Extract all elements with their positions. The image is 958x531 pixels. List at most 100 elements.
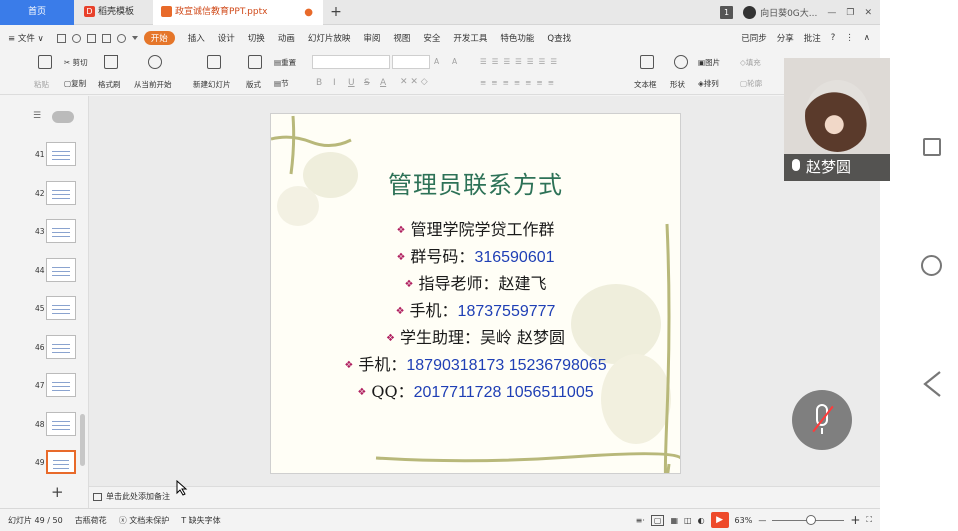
slide-thumbnail[interactable] [46,334,76,359]
play-from-current-icon[interactable] [148,55,162,69]
redo-icon[interactable] [116,33,126,43]
tab-home[interactable]: 首页 [0,0,74,25]
help-icon[interactable]: ? [831,33,836,43]
tab-animation[interactable]: 动画 [278,32,295,44]
align-icons[interactable]: ≡≡≡≡≡≡≡ [480,78,559,87]
shape-label[interactable]: 形状 [670,79,685,90]
tab-features[interactable]: 特色功能 [500,32,534,44]
tab-slideshow[interactable]: 幻灯片放映 [308,32,351,44]
underline-button[interactable]: U [348,78,355,88]
theme-name[interactable]: 古瓶荷花 [75,515,107,526]
zoom-knob[interactable] [806,515,817,525]
bullet-list-icons[interactable]: ☰☰☰☰☰☰☰ [480,57,562,66]
from-current-label[interactable]: 从当前开始 [134,79,172,90]
window-count-badge[interactable]: 1 [720,6,734,19]
slide-thumbnail[interactable] [46,450,76,474]
layout-icon[interactable] [248,55,262,69]
account-button[interactable]: 向日葵0G大... [743,6,817,19]
italic-button[interactable]: I [333,78,336,88]
strike-button[interactable]: S [364,78,370,88]
clear-format-icon[interactable]: ✕ ✕ ◇ [400,77,428,87]
fill-button[interactable]: ◇填充 [740,57,761,68]
zoom-slider[interactable] [772,515,845,525]
sorter-view-icon[interactable]: ▦ [670,516,678,525]
print-icon[interactable] [86,33,96,43]
zoom-out-button[interactable]: — [758,516,766,525]
new-slide-icon[interactable] [207,55,221,69]
notes-toggle-icon[interactable]: ≡· [636,516,645,525]
zoom-level[interactable]: 63% [735,516,753,525]
save-icon[interactable] [56,33,66,43]
minimize-button[interactable]: — [827,8,836,18]
more-icon[interactable]: ⋮ [845,33,854,43]
tab-design[interactable]: 设计 [218,32,235,44]
slide-thumbnail[interactable] [46,142,76,166]
missing-font-button[interactable]: T 缺失字体 [181,515,220,526]
normal-view-icon[interactable]: ▢ [650,514,665,526]
tab-insert[interactable]: 插入 [188,32,205,44]
slide-thumbnail[interactable] [46,296,76,320]
new-slide-label[interactable]: 新建幻灯片 [193,79,231,90]
tab-document[interactable]: 政宣诚信教育PPT.pptx ● [153,0,323,25]
fullscreen-view-icon[interactable]: ◐ [698,516,705,525]
preview-icon[interactable] [101,33,111,43]
slide-thumbnail[interactable] [46,373,76,397]
paste-label[interactable]: 粘贴 [34,79,49,90]
section-button[interactable]: ▤节 [274,78,289,89]
thumbnail-scrollbar[interactable] [80,414,85,466]
font-size-box[interactable] [392,55,430,69]
slide-thumbnail[interactable] [46,219,76,243]
arrange-button[interactable]: ◈排列 [698,78,719,89]
tab-start[interactable]: 开始 [143,31,175,45]
undo-icon[interactable] [71,33,81,43]
file-menu[interactable]: ≡ 文件 ∨ [8,32,44,44]
font-name-box[interactable] [312,55,390,69]
notes-pane[interactable]: 单击此处添加备注 [89,486,880,508]
tab-security[interactable]: 安全 [423,32,440,44]
slide-title[interactable]: 管理员联系方式 [271,165,680,200]
zoom-in-button[interactable]: + [850,513,860,527]
comment-button[interactable]: 批注 [804,32,821,44]
shrink-font-button[interactable]: A [452,57,457,66]
protect-status[interactable]: ⓧ 文档未保护 [119,515,170,526]
add-tab-button[interactable]: + [328,0,344,25]
textbox-label[interactable]: 文本框 [634,79,657,90]
paste-icon[interactable] [38,55,52,69]
share-button[interactable]: 分享 [777,32,794,44]
slide-thumbnail[interactable] [46,257,76,282]
outline-view-icon[interactable]: ☰ [33,111,41,121]
tab-developer[interactable]: 开发工具 [453,32,487,44]
search-button[interactable]: Q查找 [547,32,571,44]
tab-transition[interactable]: 切换 [248,32,265,44]
shape-icon[interactable] [674,55,688,69]
slide-thumbnail[interactable] [46,180,76,205]
restore-button[interactable]: ❐ [846,8,854,18]
font-color-button[interactable]: A [380,78,386,88]
slide-thumbnail[interactable] [46,411,76,436]
current-slide[interactable]: 管理员联系方式 ❖ 管理学院学贷工作群 ❖ 群号码：316590601 ❖ 指导老师：赵建… [270,113,681,474]
grow-font-button[interactable]: A [434,57,439,66]
copy-button[interactable]: ▢复制 [64,78,86,89]
cut-button[interactable]: ✂ 剪切 [64,57,88,68]
recent-apps-button[interactable] [923,138,941,156]
close-button[interactable]: ✕ [864,8,872,18]
reading-view-icon[interactable]: ◫ [684,516,692,525]
bold-button[interactable]: B [316,78,322,88]
textbox-icon[interactable] [640,55,654,69]
fit-window-icon[interactable]: ⛶ [866,515,872,525]
mute-mic-button[interactable] [792,390,852,450]
tab-review[interactable]: 审阅 [363,32,380,44]
slideshow-play-button[interactable]: ▶ [710,512,729,528]
picture-button[interactable]: ▣图片 [698,57,720,68]
format-painter-icon[interactable] [104,55,118,69]
format-painter-label[interactable]: 格式刷 [98,79,121,90]
layout-label[interactable]: 版式 [246,79,261,90]
customize-icon[interactable] [131,36,138,40]
tab-view[interactable]: 视图 [393,32,410,44]
reset-button[interactable]: ▤重置 [274,57,296,68]
sync-status[interactable]: 已同步 [741,32,767,44]
back-button[interactable] [920,369,944,399]
outline-button[interactable]: ▢轮廓 [740,78,762,89]
tab-templates[interactable]: D 稻壳模板 [76,0,150,25]
thumbnail-view-toggle[interactable] [52,111,74,123]
